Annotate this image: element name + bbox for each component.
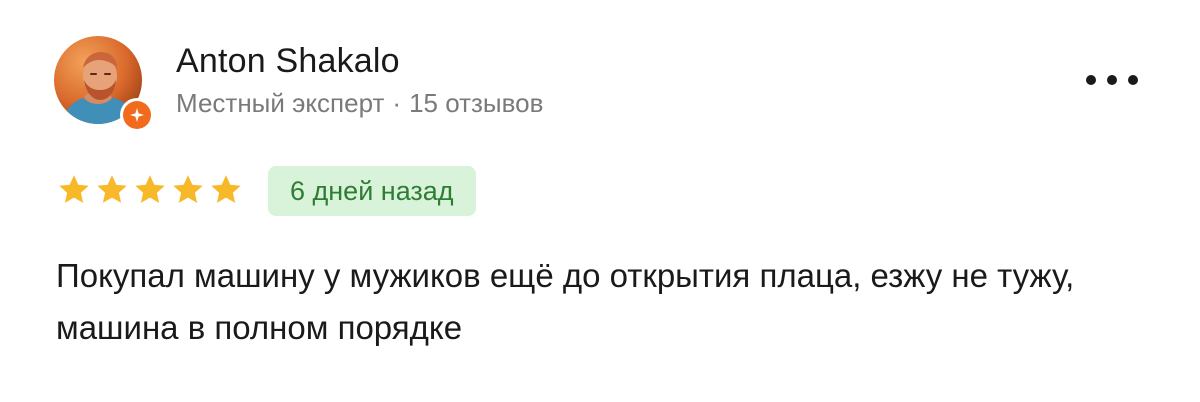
- star-icon: [59, 175, 89, 203]
- expert-badge-icon: [120, 98, 154, 132]
- more-dots-icon: [1128, 75, 1138, 85]
- author-reviews-count[interactable]: 15 отзывов: [409, 88, 543, 118]
- rating-stars: [56, 172, 244, 208]
- author-name[interactable]: Anton Shakalo: [176, 42, 400, 81]
- more-dots-icon: [1107, 75, 1117, 85]
- author-meta: Местный эксперт · 15 отзывов: [176, 88, 543, 119]
- review-card: Anton Shakalo Местный эксперт · 15 отзывов…: [0, 0, 1200, 402]
- more-dots-icon: [1086, 75, 1096, 85]
- author-level: Местный эксперт: [176, 88, 385, 118]
- review-text: Покупал машину у мужиков ещё до открытия…: [56, 257, 1075, 346]
- star-icon: [211, 175, 241, 203]
- more-options-button[interactable]: [1086, 66, 1138, 94]
- star-icon: [173, 175, 203, 203]
- star-icon: [97, 175, 127, 203]
- star-icon: [135, 175, 165, 203]
- review-date-badge: 6 дней назад: [268, 166, 476, 216]
- meta-separator: ·: [392, 88, 402, 118]
- avatar-container[interactable]: [54, 36, 154, 132]
